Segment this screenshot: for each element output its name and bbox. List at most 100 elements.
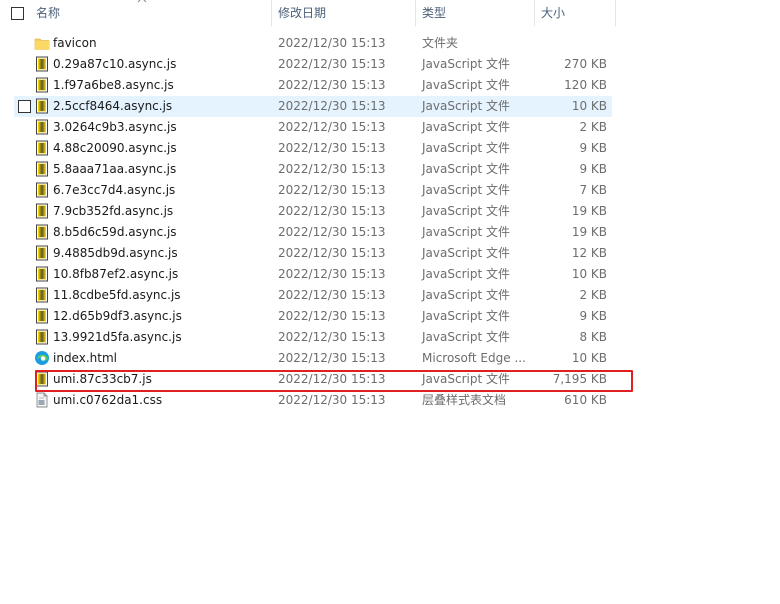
- js-file-icon: [36, 245, 48, 261]
- file-date: 2022/12/30 15:13: [278, 246, 386, 260]
- file-type: 层叠样式表文档: [422, 393, 507, 407]
- js-file-icon: [36, 56, 48, 72]
- file-row[interactable]: 13.9921d5fa.async.js 2022/12/30 15:13 Java…: [14, 327, 612, 348]
- column-divider[interactable]: [415, 0, 416, 26]
- file-name: umi.c0762da1.css: [53, 393, 163, 407]
- column-divider[interactable]: [534, 0, 535, 26]
- edge-icon: [35, 351, 49, 365]
- file-date: 2022/12/30 15:13: [278, 99, 386, 113]
- file-name: 10.8fb87ef2.async.js: [53, 267, 179, 281]
- file-size: 19 KB: [571, 204, 607, 218]
- file-date: 2022/12/30 15:13: [278, 288, 386, 302]
- file-row[interactable]: 8.b5d6c59d.async.js 2022/12/30 15:13 JavaS…: [14, 222, 612, 243]
- file-date: 2022/12/30 15:13: [278, 309, 386, 323]
- css-file-icon: [36, 392, 48, 408]
- js-file-icon: [36, 308, 48, 324]
- file-size: 270 KB: [564, 57, 607, 71]
- file-row[interactable]: 0.29a87c10.async.js 2022/12/30 15:13 JavaS…: [14, 54, 612, 75]
- js-file-icon: [36, 98, 48, 114]
- file-row[interactable]: 7.9cb352fd.async.js 2022/12/30 15:13 JavaS…: [14, 201, 612, 222]
- file-name: 0.29a87c10.async.js: [53, 57, 177, 71]
- file-row[interactable]: 6.7e3cc7d4.async.js 2022/12/30 15:13 JavaS…: [14, 180, 612, 201]
- file-type: JavaScript 文件: [422, 78, 510, 92]
- js-file-icon: [36, 119, 48, 135]
- file-name: 12.d65b9df3.async.js: [53, 309, 182, 323]
- file-type: JavaScript 文件: [422, 57, 510, 71]
- file-row[interactable]: 9.4885db9d.async.js 2022/12/30 15:13 JavaS…: [14, 243, 612, 264]
- file-name: favicon: [53, 36, 97, 50]
- file-type: JavaScript 文件: [422, 330, 510, 344]
- folder-icon: [34, 38, 50, 50]
- js-file-icon: [36, 224, 48, 240]
- file-row[interactable]: umi.c0762da1.css 2022/12/30 15:13 层叠样式表文档 6…: [14, 390, 612, 411]
- file-row[interactable]: index.html 2022/12/30 15:13 Microsoft Edge…: [14, 348, 612, 369]
- file-size: 8 KB: [579, 330, 607, 344]
- file-size: 2 KB: [579, 120, 607, 134]
- file-size: [534, 33, 607, 54]
- file-type: JavaScript 文件: [422, 309, 510, 323]
- file-date: 2022/12/30 15:13: [278, 36, 386, 50]
- js-file-icon: [36, 140, 48, 156]
- file-type: JavaScript 文件: [422, 288, 510, 302]
- file-size: 9 KB: [579, 141, 607, 155]
- file-size: 610 KB: [564, 393, 607, 407]
- file-name: 11.8cdbe5fd.async.js: [53, 288, 181, 302]
- file-size: 12 KB: [571, 246, 607, 260]
- column-type[interactable]: 类型: [422, 0, 446, 26]
- file-row[interactable]: 3.0264c9b3.async.js 2022/12/30 15:13 JavaS…: [14, 117, 612, 138]
- js-file-icon: [36, 203, 48, 219]
- file-type: Microsoft Edge ...: [422, 351, 526, 365]
- column-date[interactable]: 修改日期: [278, 0, 326, 26]
- file-size: 10 KB: [571, 351, 607, 365]
- file-row[interactable]: 1.f97a6be8.async.js 2022/12/30 15:13 JavaS…: [14, 75, 612, 96]
- file-type: JavaScript 文件: [422, 162, 510, 176]
- file-name: 4.88c20090.async.js: [53, 141, 177, 155]
- file-date: 2022/12/30 15:13: [278, 141, 386, 155]
- file-row[interactable]: 5.8aaa71aa.async.js 2022/12/30 15:13 JavaS…: [14, 159, 612, 180]
- file-type: JavaScript 文件: [422, 267, 510, 281]
- file-row[interactable]: 10.8fb87ef2.async.js 2022/12/30 15:13 Java…: [14, 264, 612, 285]
- file-date: 2022/12/30 15:13: [278, 57, 386, 71]
- highlight-box: [35, 370, 633, 392]
- sort-up-icon[interactable]: [137, 0, 147, 4]
- file-name: 7.9cb352fd.async.js: [53, 204, 174, 218]
- file-name: 13.9921d5fa.async.js: [53, 330, 182, 344]
- file-date: 2022/12/30 15:13: [278, 78, 386, 92]
- column-size[interactable]: 大小: [541, 0, 565, 26]
- file-name: 8.b5d6c59d.async.js: [53, 225, 177, 239]
- file-size: 10 KB: [571, 267, 607, 281]
- file-date: 2022/12/30 15:13: [278, 120, 386, 134]
- file-type: 文件夹: [422, 36, 459, 50]
- file-row[interactable]: 12.d65b9df3.async.js 2022/12/30 15:13 Java…: [14, 306, 612, 327]
- file-size: 19 KB: [571, 225, 607, 239]
- file-date: 2022/12/30 15:13: [278, 351, 386, 365]
- select-all-checkbox[interactable]: [11, 7, 24, 20]
- js-file-icon: [36, 161, 48, 177]
- file-row[interactable]: 2.5ccf8464.async.js 2022/12/30 15:13 JavaS…: [14, 96, 612, 117]
- column-divider[interactable]: [615, 0, 616, 26]
- file-row[interactable]: 4.88c20090.async.js 2022/12/30 15:13 JavaS…: [14, 138, 612, 159]
- file-date: 2022/12/30 15:13: [278, 393, 386, 407]
- column-divider[interactable]: [271, 0, 272, 26]
- file-date: 2022/12/30 15:13: [278, 225, 386, 239]
- file-date: 2022/12/30 15:13: [278, 162, 386, 176]
- file-name: 9.4885db9d.async.js: [53, 246, 178, 260]
- file-type: JavaScript 文件: [422, 246, 510, 260]
- column-name[interactable]: 名称: [36, 0, 60, 26]
- file-size: 2 KB: [579, 288, 607, 302]
- file-type: JavaScript 文件: [422, 225, 510, 239]
- file-date: 2022/12/30 15:13: [278, 267, 386, 281]
- file-row[interactable]: 11.8cdbe5fd.async.js 2022/12/30 15:13 Java…: [14, 285, 612, 306]
- row-checkbox[interactable]: [18, 100, 31, 113]
- file-type: JavaScript 文件: [422, 120, 510, 134]
- column-header: 名称 修改日期 类型 大小: [0, 0, 620, 26]
- file-type: JavaScript 文件: [422, 99, 510, 113]
- file-size: 10 KB: [571, 99, 607, 113]
- file-size: 9 KB: [579, 162, 607, 176]
- file-type: JavaScript 文件: [422, 183, 510, 197]
- file-row[interactable]: favicon 2022/12/30 15:13 文件夹: [14, 33, 612, 54]
- js-file-icon: [36, 182, 48, 198]
- file-type: JavaScript 文件: [422, 204, 510, 218]
- file-name: 6.7e3cc7d4.async.js: [53, 183, 176, 197]
- file-type: JavaScript 文件: [422, 141, 510, 155]
